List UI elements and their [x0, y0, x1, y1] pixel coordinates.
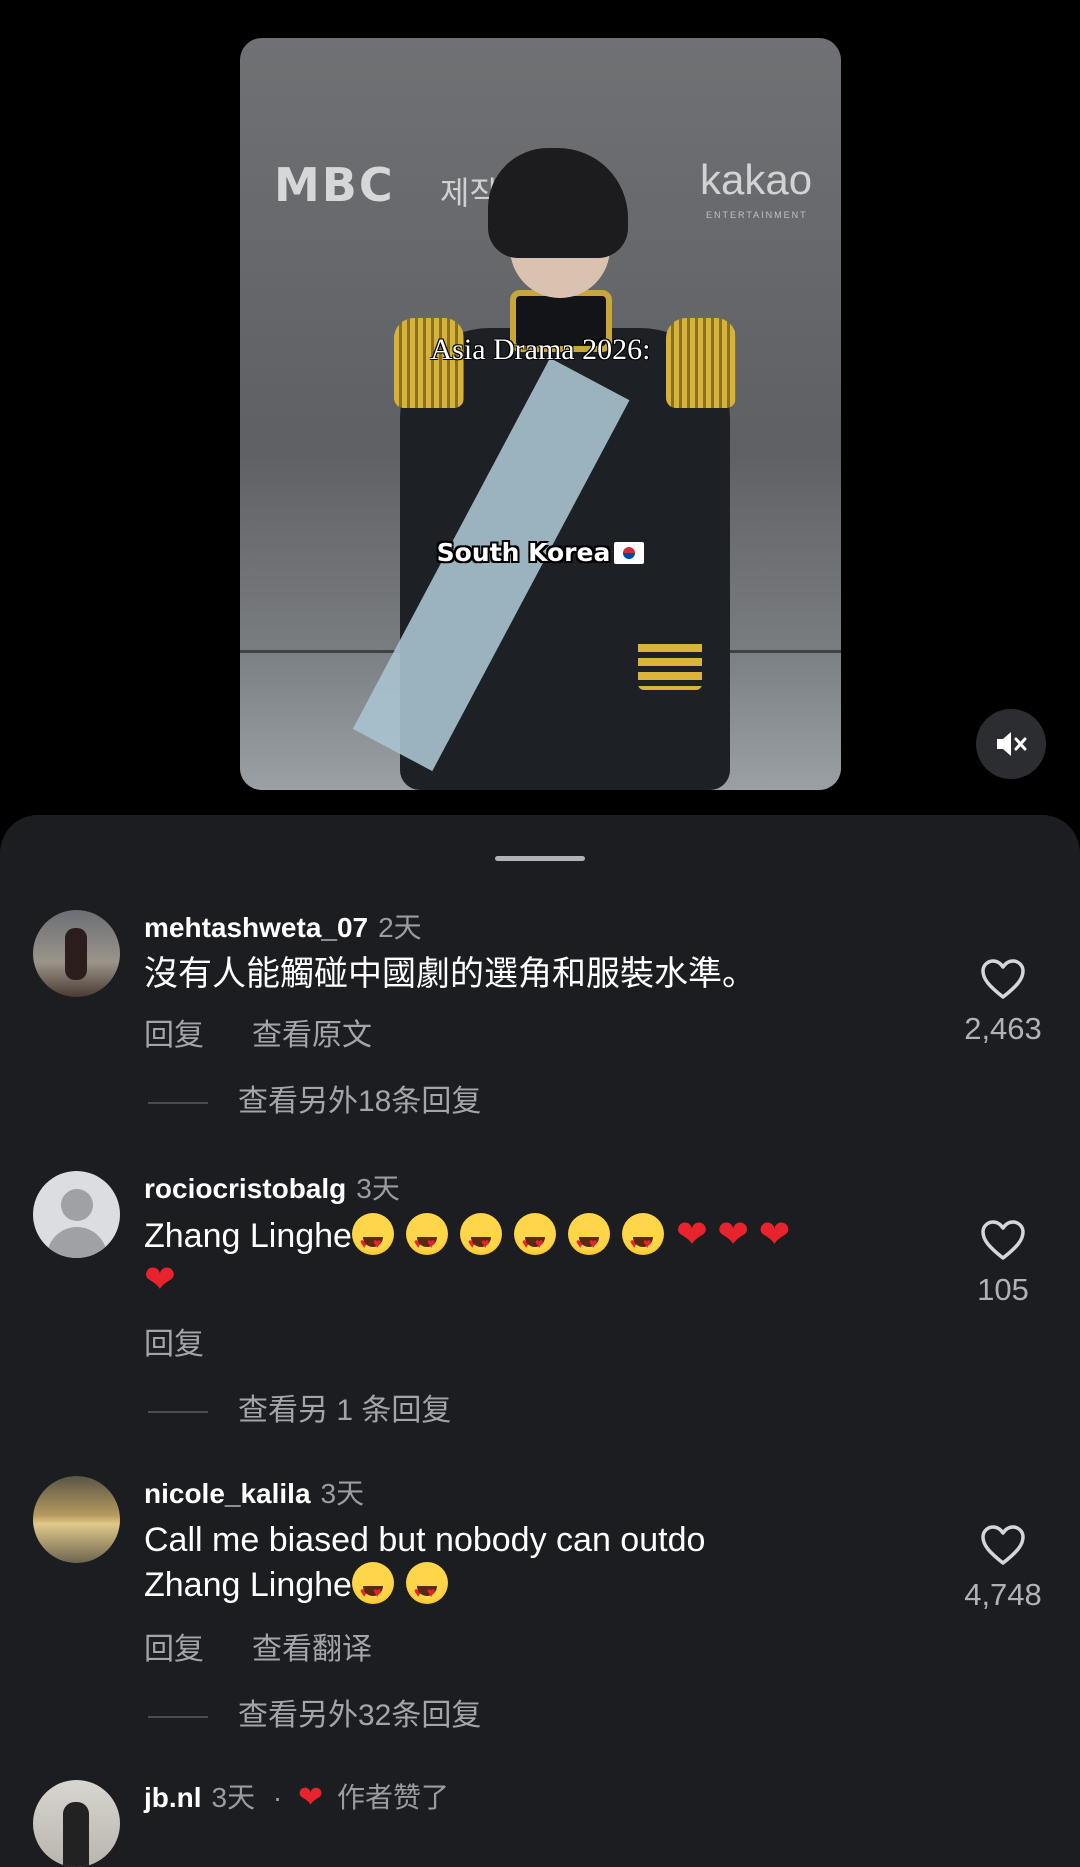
video-player[interactable]: MBC 제작 kakao ENTERTAINMENT Asia Drama 20… — [240, 38, 841, 790]
person-in-uniform — [352, 108, 736, 790]
reply-divider — [148, 1716, 208, 1719]
heart-eyes-emoji — [567, 1213, 610, 1265]
username-text[interactable]: nicole_kalila — [144, 1478, 311, 1509]
heart-eyes-emoji — [513, 1213, 556, 1265]
avatar[interactable] — [33, 910, 120, 997]
comment-text-line: Call me biased but nobody can outdo — [144, 1521, 706, 1559]
south-korea-flag-icon — [614, 542, 645, 564]
view-replies-button[interactable]: 查看另 1 条回复 — [148, 1385, 451, 1429]
avatar[interactable] — [33, 1476, 120, 1563]
reply-divider — [148, 1102, 208, 1105]
heart-eyes-emoji — [351, 1562, 394, 1614]
view-replies-button[interactable]: 查看另外18条回复 — [148, 1076, 481, 1120]
avatar[interactable] — [33, 1171, 120, 1258]
avatar[interactable] — [33, 1780, 120, 1867]
uniform-cuff — [638, 638, 702, 690]
view-original-button[interactable]: 查看原文 — [252, 1019, 372, 1052]
mute-button[interactable] — [976, 709, 1046, 779]
like-button[interactable]: 4,748 — [955, 1524, 1051, 1613]
video-area: MBC 제작 kakao ENTERTAINMENT Asia Drama 20… — [0, 0, 1080, 820]
hair — [488, 148, 628, 258]
translate-button[interactable]: 查看翻译 — [252, 1633, 372, 1666]
comment-age: 3天 — [356, 1173, 400, 1204]
like-count: 4,748 — [964, 1577, 1042, 1612]
heart-eyes-emoji — [459, 1213, 502, 1265]
heart-eyes-emoji — [405, 1213, 448, 1265]
author-liked-label: 作者赞了 — [336, 1782, 449, 1813]
heart-eyes-emoji — [405, 1562, 448, 1614]
view-replies-label[interactable]: 查看另 1 条回复 — [238, 1394, 451, 1427]
reply-button[interactable]: 回复 — [144, 1019, 204, 1052]
red-heart-emoji: ❤ — [144, 1259, 176, 1301]
heart-outline-icon — [981, 1220, 1025, 1260]
comment-username[interactable]: jb.nl 3天 · ❤ 作者赞了 — [144, 1776, 449, 1816]
comments-sheet: mehtashweta_07 2天 沒有人能觸碰中國劇的選角和服裝水準。 回复 查看… — [0, 815, 1080, 1867]
username-text[interactable]: rociocristobalg — [144, 1173, 346, 1204]
heart-eyes-emoji — [351, 1213, 394, 1265]
username-text[interactable]: jb.nl — [144, 1782, 202, 1813]
view-replies-label[interactable]: 查看另外18条回复 — [238, 1085, 481, 1118]
heart-eyes-emoji — [621, 1213, 664, 1265]
comment-username[interactable]: rociocristobalg 3天 — [144, 1167, 400, 1207]
reply-divider — [148, 1411, 208, 1414]
comment-actions: 回复 查看翻译 — [144, 1624, 420, 1668]
comment-age: 3天 — [211, 1782, 256, 1813]
mbc-logo: MBC — [274, 158, 395, 212]
red-heart-emoji: ❤ — [675, 1214, 708, 1256]
comment-actions: 回复 查看原文 — [144, 1010, 420, 1054]
like-count: 2,463 — [964, 1011, 1042, 1046]
video-caption-country: South Korea — [240, 538, 841, 567]
red-heart-emoji: ❤ — [758, 1214, 791, 1256]
separator-dot: · — [272, 1782, 283, 1813]
like-button[interactable]: 2,463 — [955, 958, 1051, 1047]
comment-username[interactable]: mehtashweta_07 2天 — [144, 906, 422, 946]
heart-outline-icon — [981, 1525, 1025, 1565]
comment-text-line: Zhang Linghe — [144, 1566, 352, 1604]
like-button[interactable]: 105 — [955, 1219, 1051, 1308]
heart-outline-icon — [981, 959, 1025, 999]
comment-text-prefix: Zhang Linghe — [144, 1217, 352, 1255]
creator-liked-heart-icon: ❤ — [298, 1781, 324, 1814]
comment-text: 沒有人能觸碰中國劇的選角和服裝水準。 — [144, 955, 756, 993]
comment-username[interactable]: nicole_kalila 3天 — [144, 1472, 364, 1512]
view-replies-label[interactable]: 查看另外32条回复 — [238, 1699, 481, 1732]
country-label: South Korea — [436, 538, 611, 567]
view-replies-button[interactable]: 查看另外32条回复 — [148, 1690, 481, 1734]
reply-button[interactable]: 回复 — [144, 1328, 204, 1361]
like-count: 105 — [977, 1272, 1029, 1307]
comment-text: Call me biased but nobody can outdo Zhang… — [144, 1518, 884, 1614]
reply-button[interactable]: 回复 — [144, 1633, 204, 1666]
comment-actions: 回复 — [144, 1319, 252, 1363]
username-text[interactable]: mehtashweta_07 — [144, 912, 368, 943]
comment-text: Zhang Linghe❤ ❤ ❤❤ — [144, 1213, 884, 1303]
drag-handle[interactable] — [495, 856, 585, 861]
comment-age: 3天 — [320, 1478, 365, 1509]
comment-age: 2天 — [378, 912, 422, 943]
video-caption-title: Asia Drama 2026: — [430, 333, 651, 366]
red-heart-emoji: ❤ — [717, 1214, 750, 1256]
speaker-muted-icon — [997, 732, 1027, 756]
